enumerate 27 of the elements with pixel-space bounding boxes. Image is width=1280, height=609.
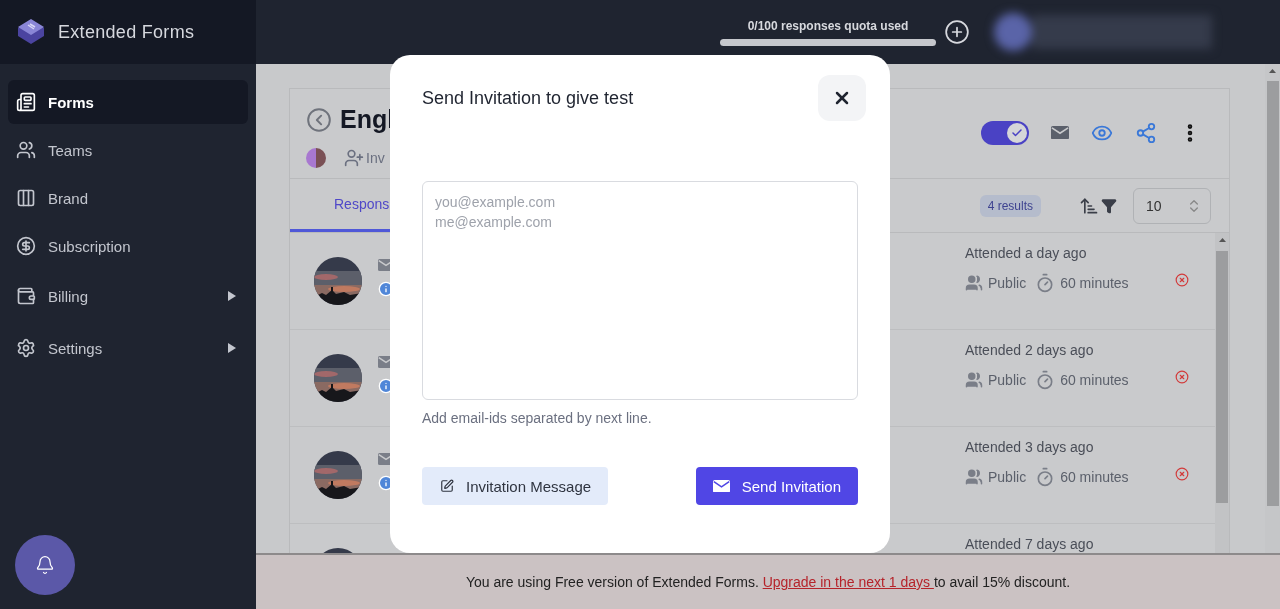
- nav-item[interactable]: Subscription: [8, 224, 248, 268]
- dialog-title: Send Invitation to give test: [422, 87, 634, 109]
- attended-time: Attended a day ago: [965, 245, 1088, 261]
- duration-label: 60 minutes: [1060, 372, 1129, 388]
- attended-time: Attended 2 days ago: [965, 342, 1095, 358]
- send-button[interactable]: Send Invitation: [695, 467, 858, 505]
- nav-item[interactable]: Settings: [8, 324, 248, 372]
- brand-name: Extended Forms: [58, 21, 195, 43]
- visibility-label: Public: [988, 469, 1027, 485]
- email-field[interactable]: you@example.com me@example.com: [422, 181, 858, 400]
- nav-item[interactable]: Billing: [8, 272, 248, 320]
- upgrade-link[interactable]: Upgrade in the next 1 days: [762, 574, 934, 590]
- duration-label: 60 minutes: [1060, 275, 1129, 291]
- upgrade-notice: You are using Free version of Extended Forms. Upgrade in the next 1 days to avail 15% discount.: [465, 574, 1071, 590]
- nav-item[interactable]: Brand: [8, 176, 248, 220]
- nav-item[interactable]: Forms: [8, 80, 248, 124]
- email-hint: Add email-ids separated by next line.: [422, 410, 652, 426]
- visibility-label: Public: [988, 275, 1027, 291]
- duration-label: 60 minutes: [1060, 469, 1129, 485]
- quota-label: 0/100 responses quota used: [747, 18, 909, 33]
- attended-time: Attended 7 days ago: [965, 536, 1095, 552]
- attended-time: Attended 3 days ago: [965, 439, 1095, 455]
- nav-item[interactable]: Teams: [8, 128, 248, 172]
- page-size-select[interactable]: 10: [1133, 187, 1211, 224]
- results-count: 4 results: [979, 194, 1041, 217]
- visibility-label: Public: [988, 372, 1027, 388]
- message-button[interactable]: Invitation Message: [422, 467, 609, 505]
